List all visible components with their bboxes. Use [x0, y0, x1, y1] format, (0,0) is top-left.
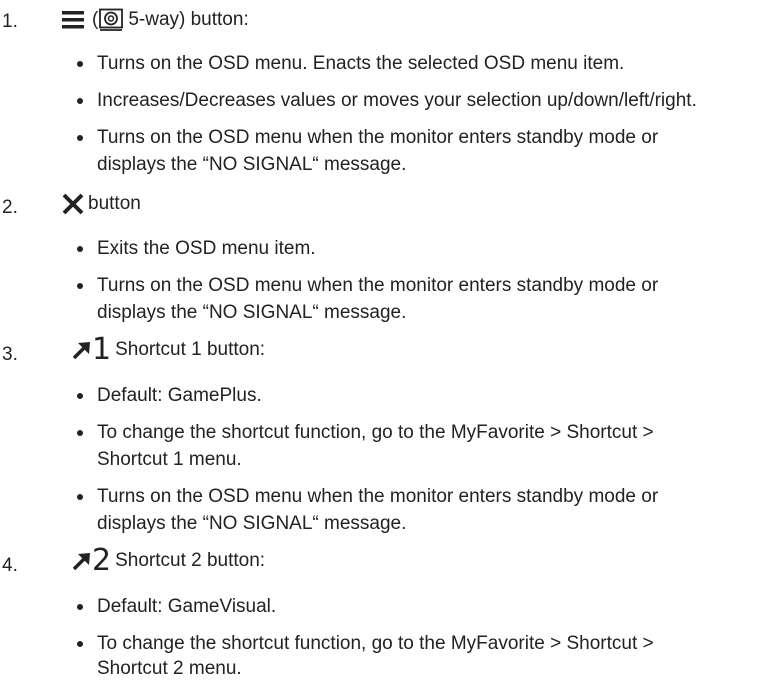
bullet-item: Turns on the OSD menu when the monitor e…: [75, 274, 767, 298]
item-heading: ( 5-way) button:: [62, 2, 249, 38]
bullet-item: To change the shortcut function, go to t…: [75, 632, 767, 656]
bullet-continuation: displays the “NO SIGNAL“ message.: [97, 302, 407, 323]
heading-label: 5-way) button:: [128, 9, 249, 30]
shortcut-digit: 1: [92, 332, 112, 367]
bullet-item: Turns on the OSD menu. Enacts the select…: [75, 52, 767, 76]
close-x-icon: [62, 193, 84, 215]
bullet-continuation: Shortcut 2 menu.: [97, 658, 242, 679]
shortcut-arrow-icon: [72, 551, 92, 571]
bullet-item: Turns on the OSD menu when the monitor e…: [75, 485, 767, 509]
bullet-item: Increases/Decreases values or moves your…: [75, 89, 767, 113]
bullet-dot: [77, 604, 83, 610]
bullet-dot: [77, 494, 83, 500]
item-number: 3.: [2, 344, 18, 365]
item-number: 2.: [2, 197, 18, 218]
bullet-dot: [77, 135, 83, 141]
heading-label: button: [88, 193, 141, 214]
bullet-continuation: Shortcut 1 menu.: [97, 449, 242, 470]
item-heading: button: [62, 186, 141, 222]
bullet-dot: [77, 641, 83, 647]
menu-icon: [62, 10, 84, 30]
heading-label: Shortcut 1 button:: [115, 339, 266, 360]
bullet-dot: [77, 430, 83, 436]
heading-label: Shortcut 2 button:: [115, 550, 266, 571]
item-number: 1.: [2, 11, 18, 32]
bullet-dot: [77, 98, 83, 104]
bullet-dot: [77, 246, 83, 252]
bullet-dot: [77, 393, 83, 399]
shortcut-digit: 2: [92, 543, 112, 578]
item-heading: 2 Shortcut 2 button:: [62, 543, 265, 579]
bullet-item: Default: GameVisual.: [75, 595, 767, 619]
bullet-continuation: displays the “NO SIGNAL“ message.: [97, 154, 407, 175]
item-number: 4.: [2, 555, 18, 576]
bullet-dot: [77, 283, 83, 289]
bullet-dot: [77, 61, 83, 67]
bullet-item: Turns on the OSD menu when the monitor e…: [75, 126, 767, 150]
bullet-item: Default: GamePlus.: [75, 384, 767, 408]
bullet-item: To change the shortcut function, go to t…: [75, 421, 767, 445]
five-way-dial-icon: [98, 8, 124, 32]
item-heading: 1 Shortcut 1 button:: [62, 332, 265, 368]
bullet-item: Exits the OSD menu item.: [75, 237, 767, 261]
shortcut-arrow-icon: [72, 340, 92, 360]
bullet-continuation: displays the “NO SIGNAL“ message.: [97, 513, 407, 534]
